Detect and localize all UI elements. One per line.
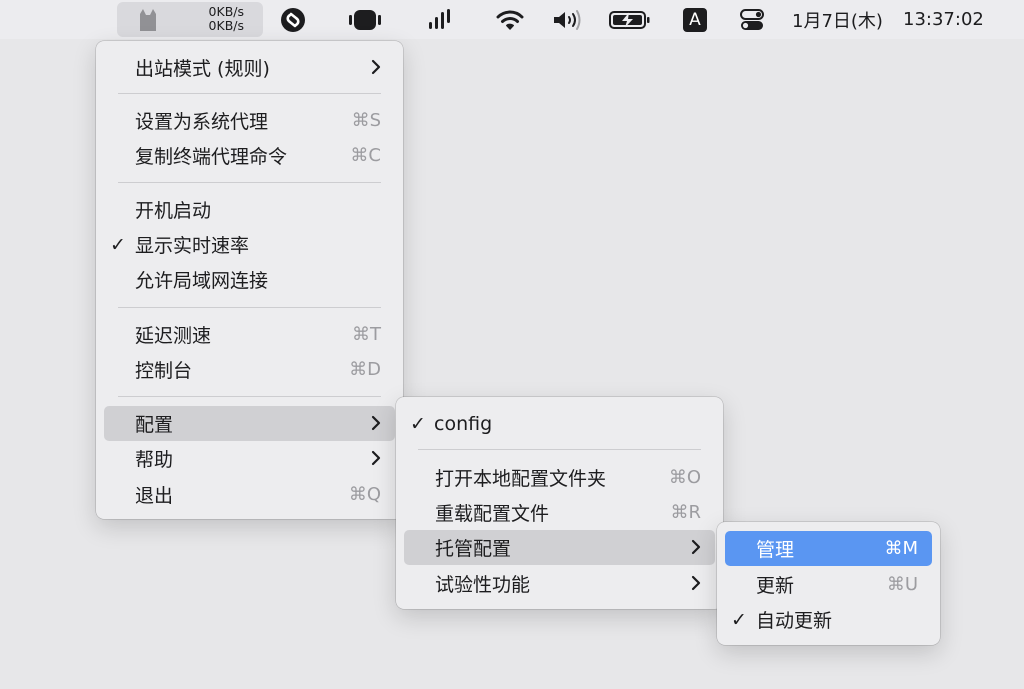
- menu-item-label: 托管配置: [435, 538, 512, 560]
- menu-item-outbound-mode[interactable]: 出站模式 (规则): [104, 50, 395, 85]
- menu-item-label: 允许局域网连接: [135, 270, 269, 292]
- date-text: 1月7日(木): [792, 10, 883, 32]
- clash-main-menu: 出站模式 (规则) 设置为系统代理 ⌘S 复制终端代理命令 ⌘C 开机启动 ✓ …: [96, 41, 403, 519]
- battery-charging-icon[interactable]: [607, 0, 653, 39]
- control-center-icon[interactable]: [738, 0, 766, 39]
- shortcut-label: ⌘S: [351, 110, 381, 131]
- menu-item-set-system-proxy[interactable]: 设置为系统代理 ⌘S: [104, 103, 395, 138]
- menu-item-update[interactable]: 更新 ⌘U: [725, 567, 932, 602]
- menu-item-reload-config[interactable]: 重载配置文件 ⌘R: [404, 495, 715, 530]
- checkmark-icon: ✓: [110, 233, 126, 256]
- menu-item-label: 配置: [135, 414, 174, 436]
- shortcut-label: ⌘M: [884, 538, 918, 559]
- menu-item-label: 管理: [756, 539, 795, 561]
- chevron-right-icon: [691, 539, 701, 559]
- menubar-clock[interactable]: 13:37:02: [903, 0, 984, 39]
- menu-item-auto-update[interactable]: ✓ 自动更新: [725, 602, 932, 637]
- config-submenu: ✓ config 打开本地配置文件夹 ⌘O 重载配置文件 ⌘R 托管配置 试验性…: [396, 397, 723, 609]
- menu-item-label: 重载配置文件: [435, 503, 550, 525]
- shortcut-label: ⌘R: [670, 502, 701, 523]
- menu-item-label: 帮助: [135, 449, 174, 471]
- menu-item-label: config: [434, 412, 493, 435]
- menu-item-config[interactable]: 配置: [104, 406, 395, 441]
- menu-item-label: 试验性功能: [435, 574, 531, 596]
- network-speed: 0KB/s 0KB/s: [199, 5, 244, 33]
- clash-status-item[interactable]: 0KB/s 0KB/s: [117, 2, 263, 37]
- menu-item-quit[interactable]: 退出 ⌘Q: [104, 477, 395, 512]
- menu-item-label: 自动更新: [756, 610, 833, 632]
- download-speed: 0KB/s: [208, 18, 244, 33]
- shortcut-label: ⌘T: [352, 324, 381, 345]
- menu-item-label: 设置为系统代理: [135, 111, 269, 133]
- checkmark-icon: ✓: [410, 412, 426, 435]
- menu-item-hosted-config[interactable]: 托管配置: [404, 530, 715, 565]
- menu-bar: 0KB/s 0KB/s A 1月7日(木) 13:37:02: [0, 0, 1024, 39]
- chevron-right-icon: [371, 450, 381, 470]
- menu-item-label: 复制终端代理命令: [135, 146, 288, 168]
- menu-item-label: 退出: [135, 485, 174, 507]
- menu-separator: [118, 182, 381, 183]
- shortcut-label: ⌘O: [668, 467, 701, 488]
- menu-item-launch-at-login[interactable]: 开机启动: [104, 192, 395, 227]
- menu-item-latency-test[interactable]: 延迟测速 ⌘T: [104, 317, 395, 352]
- audio-bars-icon[interactable]: [425, 0, 457, 39]
- input-source-label: A: [683, 7, 707, 32]
- chevron-right-icon: [691, 575, 701, 595]
- menu-separator: [118, 307, 381, 308]
- menu-item-help[interactable]: 帮助: [104, 441, 395, 476]
- input-source-icon[interactable]: A: [682, 0, 708, 39]
- hosted-config-submenu: 管理 ⌘M 更新 ⌘U ✓ 自动更新: [717, 522, 940, 645]
- menu-item-console[interactable]: 控制台 ⌘D: [104, 352, 395, 387]
- shortcut-label: ⌘U: [886, 574, 918, 595]
- menu-item-label: 延迟测速: [135, 325, 212, 347]
- menu-item-config-profile[interactable]: ✓ config: [404, 406, 715, 441]
- menu-item-open-config-folder[interactable]: 打开本地配置文件夹 ⌘O: [404, 460, 715, 495]
- menu-separator: [118, 396, 381, 397]
- shortcut-label: ⌘Q: [348, 484, 381, 505]
- menu-item-manage[interactable]: 管理 ⌘M: [725, 531, 932, 566]
- time-text: 13:37:02: [903, 9, 984, 30]
- menu-item-show-speed[interactable]: ✓ 显示实时速率: [104, 227, 395, 262]
- menu-item-label: 显示实时速率: [135, 235, 250, 257]
- menu-item-label: 出站模式 (规则): [135, 58, 270, 80]
- menu-separator: [118, 93, 381, 94]
- wifi-icon[interactable]: [495, 0, 525, 39]
- shortcut-label: ⌘D: [349, 359, 381, 380]
- shazam-icon[interactable]: [278, 0, 308, 39]
- menu-item-label: 打开本地配置文件夹: [435, 468, 607, 490]
- shortcut-label: ⌘C: [350, 145, 381, 166]
- checkmark-icon: ✓: [731, 608, 747, 631]
- chevron-right-icon: [371, 59, 381, 79]
- menu-item-allow-lan[interactable]: 允许局域网连接: [104, 262, 395, 297]
- upload-speed: 0KB/s: [208, 4, 244, 19]
- menu-item-label: 更新: [756, 575, 795, 597]
- menu-item-experimental[interactable]: 试验性功能: [404, 566, 715, 601]
- volume-icon[interactable]: [550, 0, 584, 39]
- clash-cat-icon: [135, 7, 161, 37]
- menu-item-copy-terminal-command[interactable]: 复制终端代理命令 ⌘C: [104, 138, 395, 173]
- screen-mirror-icon[interactable]: [345, 0, 385, 39]
- menu-item-label: 控制台: [135, 360, 193, 382]
- menubar-date[interactable]: 1月7日(木): [792, 0, 883, 39]
- menu-separator: [418, 449, 701, 450]
- chevron-right-icon: [371, 415, 381, 435]
- menu-item-label: 开机启动: [135, 200, 212, 222]
